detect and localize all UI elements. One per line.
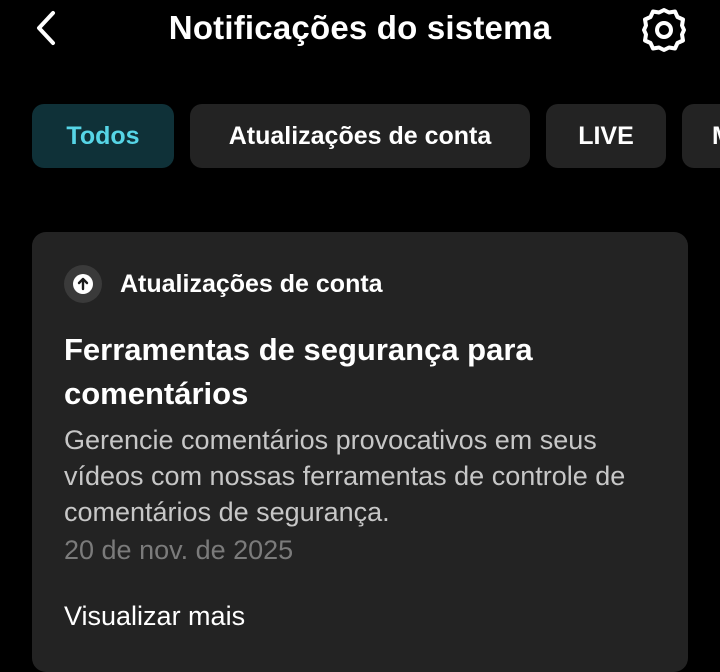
tab-more[interactable]: M — [682, 104, 720, 168]
header: Notificações do sistema — [0, 0, 720, 60]
notification-card[interactable]: Atualizações de conta Ferramentas de seg… — [32, 232, 688, 672]
tab-label: LIVE — [578, 121, 634, 150]
tab-label: Atualizações de conta — [228, 121, 492, 150]
notification-category: Atualizações de conta — [64, 265, 383, 303]
settings-button[interactable] — [638, 6, 690, 54]
notification-date: 20 de nov. de 2025 — [64, 535, 294, 565]
notification-description: Gerencie comentários provocativos em seu… — [64, 425, 626, 527]
tab-live[interactable]: LIVE — [546, 104, 666, 168]
category-label: Atualizações de conta — [120, 269, 383, 298]
filter-tabs: Todos Atualizações de conta LIVE M — [0, 104, 720, 170]
view-more-link[interactable]: Visualizar mais — [64, 598, 245, 634]
arrow-up-circle-icon — [64, 265, 102, 303]
notification-title: Ferramentas de segurança para comentário… — [64, 332, 533, 411]
tab-account-updates[interactable]: Atualizações de conta — [190, 104, 530, 168]
page-title: Notificações do sistema — [168, 9, 552, 46]
gear-icon — [642, 8, 686, 52]
tab-label: Todos — [66, 121, 140, 150]
tab-todos[interactable]: Todos — [32, 104, 174, 168]
tab-label: M — [712, 122, 720, 151]
